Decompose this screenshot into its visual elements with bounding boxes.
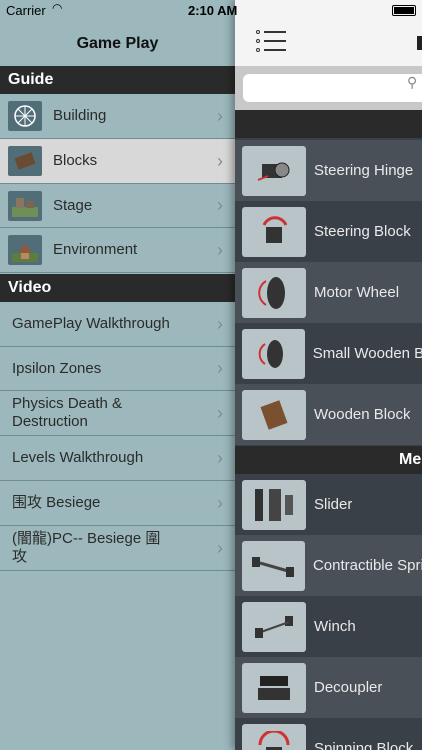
chevron-right-icon: › — [217, 402, 223, 423]
list-dot — [256, 30, 260, 34]
menu-item-label: Ipsilon Zones — [12, 359, 102, 377]
item-label: Wooden Block — [314, 406, 411, 423]
chevron-right-icon: › — [217, 150, 223, 171]
section-header-guide: Guide — [0, 66, 235, 94]
menu-item-video[interactable]: (闇龍)PC-- Besiege 圍攻 › — [0, 526, 235, 571]
menu-item-label: Stage — [53, 196, 93, 214]
item-label: Winch — [314, 618, 356, 635]
chevron-right-icon: › — [217, 492, 223, 513]
list-item-small-wooden-block[interactable]: Small Wooden B — [235, 323, 422, 384]
menu-item-video[interactable]: 围攻 Besiege › — [0, 481, 235, 526]
stage-icon — [8, 190, 42, 221]
section-header-video: Video — [0, 274, 235, 302]
status-bar: Carrier ◠ 2:10 AM — [0, 0, 422, 22]
item-label: Small Wooden B — [312, 345, 422, 362]
wooden-block-image — [242, 389, 306, 440]
steering-block-image — [242, 206, 306, 257]
list-item-spinning-block[interactable]: Spinning Block — [235, 718, 422, 750]
content-section-header — [235, 110, 422, 138]
menu-item-video[interactable]: Levels Walkthrough › — [0, 436, 235, 481]
section-title: Me — [399, 451, 422, 468]
item-label: Steering Hinge — [314, 162, 414, 179]
chevron-right-icon: › — [217, 358, 223, 378]
chevron-right-icon: › — [217, 313, 223, 334]
list-dot — [256, 48, 260, 52]
steering-hinge-image — [242, 145, 306, 196]
menu-item-label: Building — [53, 107, 107, 124]
list-item-wooden-block[interactable]: Wooden Block — [235, 384, 422, 445]
menu-item-label: Levels Walkthrough — [12, 449, 144, 466]
list-item-motor-wheel[interactable]: Motor Wheel — [235, 262, 422, 323]
item-label: Steering Block — [314, 223, 411, 240]
motor-wheel-image — [242, 267, 306, 318]
list-item-steering-hinge[interactable]: Steering Hinge — [235, 140, 422, 201]
content-section-header: Me — [235, 446, 422, 474]
small-wooden-block-image — [242, 328, 305, 379]
list-item-steering-block[interactable]: Steering Block — [235, 201, 422, 262]
list-item-decoupler[interactable]: Decoupler — [235, 657, 422, 718]
slider-image — [242, 479, 306, 530]
menu-item-blocks[interactable]: Blocks › — [0, 139, 235, 184]
menu-item-video[interactable]: Ipsilon Zones › — [0, 347, 235, 391]
wifi-icon: ◠ — [52, 1, 63, 15]
battery-icon — [392, 5, 416, 16]
list-line — [264, 40, 286, 42]
menu-item-label: Blocks — [53, 152, 98, 169]
menu-item-label: 围攻 Besiege — [12, 494, 101, 511]
chevron-right-icon: › — [217, 105, 223, 126]
menu-item-label: (闇龍)PC-- Besiege 圍攻 — [12, 530, 161, 565]
menu-item-environment[interactable]: Environment › — [0, 228, 235, 273]
winch-image — [242, 601, 306, 652]
menu-item-label: GamePlay Walkthrough — [12, 315, 170, 332]
content-panel: ⚲ Steering Hinge Steering Block Motor Wh… — [235, 0, 422, 750]
search-bar: ⚲ — [235, 66, 422, 110]
spinning-block-image — [242, 723, 306, 750]
item-label: Slider — [314, 496, 353, 513]
item-label: Contractible Spri — [312, 557, 422, 574]
chevron-right-icon: › — [217, 537, 223, 558]
list-item-contractible-spring[interactable]: Contractible Spri — [235, 535, 422, 596]
contractible-spring-image — [242, 540, 305, 591]
list-line — [264, 31, 286, 33]
list-item-slider[interactable]: Slider — [235, 474, 422, 535]
search-icon: ⚲ — [407, 74, 418, 90]
menu-item-label: Physics Death & Destruction — [12, 395, 123, 430]
menu-item-stage[interactable]: Stage › — [0, 184, 235, 228]
nav-title-fragment — [417, 36, 422, 50]
item-label: Motor Wheel — [314, 284, 400, 301]
ferris-wheel-icon — [8, 101, 42, 131]
menu-item-building[interactable]: Building › — [0, 94, 235, 139]
environment-icon — [8, 235, 42, 265]
menu-item-video[interactable]: Physics Death & Destruction › — [0, 391, 235, 436]
block-icon — [8, 146, 42, 176]
menu-title: Game Play — [76, 35, 159, 52]
search-input[interactable] — [243, 74, 422, 102]
menu-item-label: Environment — [53, 241, 138, 258]
decoupler-image — [242, 662, 306, 713]
chevron-right-icon: › — [217, 239, 223, 260]
chevron-right-icon: › — [217, 195, 223, 215]
item-label: Decoupler — [314, 679, 383, 696]
chevron-right-icon: › — [217, 447, 223, 468]
list-item-winch[interactable]: Winch — [235, 596, 422, 657]
item-label: Spinning Block — [314, 740, 414, 750]
list-dot — [256, 39, 260, 43]
hamburger-menu-icon[interactable] — [256, 30, 286, 52]
side-menu: Game Play Guide Building › Blocks › Stag… — [0, 0, 235, 750]
menu-item-video[interactable]: GamePlay Walkthrough › — [0, 302, 235, 347]
status-time: 2:10 AM — [188, 3, 238, 18]
carrier-label: Carrier — [6, 3, 46, 18]
list-line — [264, 49, 286, 51]
